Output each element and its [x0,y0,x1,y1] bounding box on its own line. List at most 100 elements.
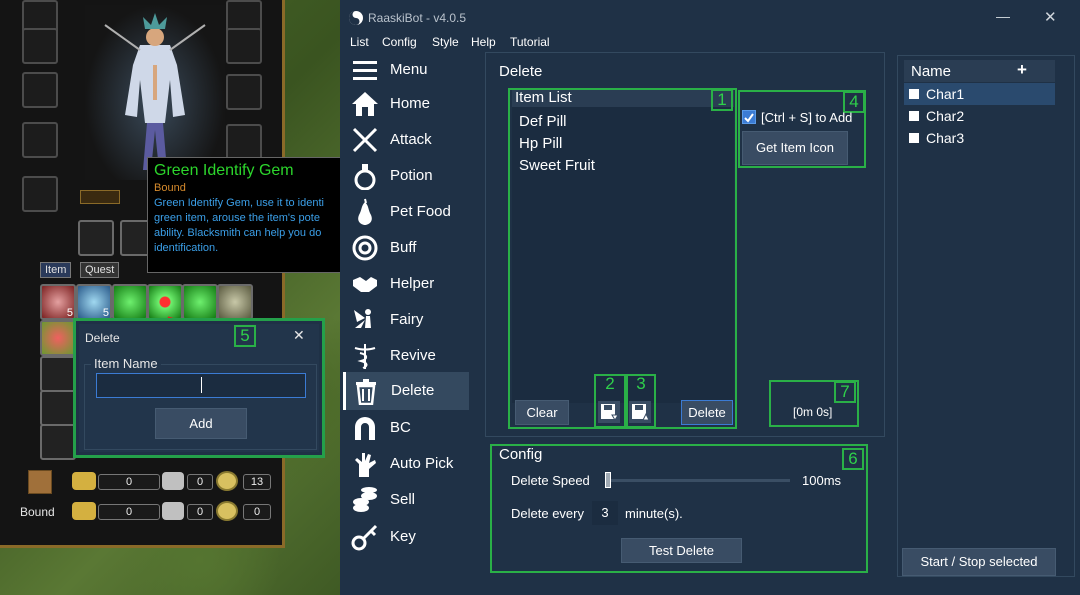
swap-arrows-icon[interactable] [80,190,120,204]
tooltip-description: Green Identify Gem, use it to identi gre… [154,197,324,254]
game-inventory-panel: Item Quest 5 5 Bound 0 0 13 0 0 0 [0,0,285,548]
equip-slot[interactable] [226,124,262,160]
menu-tutorial[interactable]: Tutorial [510,35,550,49]
add-char-button[interactable]: + [1017,60,1027,80]
sidebar-item-pet-food[interactable]: Pet Food [345,194,465,230]
delete-timer: [0m 0s] [793,405,833,419]
annotation-7: 7 [834,381,856,403]
sidebar-item-revive[interactable]: Revive [345,338,465,374]
char-name: Char3 [926,130,965,146]
char-list-name-header: Name [911,63,952,80]
sidebar-item-label: Home [390,95,431,112]
clear-button[interactable]: Clear [515,400,569,425]
inventory-slot-pills[interactable]: 5 [76,284,112,320]
delete-every-label: Delete every [511,506,584,521]
caduceus-icon [354,344,376,369]
home-icon [352,92,378,116]
sidebar-item-home[interactable]: Home [345,86,465,122]
key-icon [351,524,378,551]
speed-slider-track[interactable] [605,479,790,482]
delete-every-unit: minute(s). [625,506,683,521]
sidebar-item-bc[interactable]: BC [345,410,465,446]
menu-config[interactable]: Config [382,35,417,49]
sidebar-item-label: Auto Pick [390,455,454,472]
menu-help[interactable]: Help [471,35,496,49]
sidebar-item-helper[interactable]: Helper [345,266,465,302]
ctrl-s-checkbox[interactable] [742,110,756,124]
load-icon [632,404,650,421]
list-item[interactable]: Hp Pill [519,135,562,152]
copper-field: 0 [243,504,271,520]
close-icon[interactable]: ✕ [293,327,305,344]
menu-list[interactable]: List [350,35,369,49]
char-row[interactable]: Char2 [904,105,1055,127]
inventory-slot-potion[interactable]: 5 [40,284,76,320]
char-checkbox[interactable] [909,89,919,99]
equip-slot[interactable] [22,72,58,108]
magnet-icon [355,417,375,440]
gold-field: 0 [98,474,160,490]
inventory-slot-gem[interactable] [112,284,148,320]
close-button[interactable]: ✕ [1044,8,1057,26]
annotation-2: 2 [605,374,615,393]
add-button[interactable]: Add [155,408,247,439]
item-list-header: Item List [515,89,572,106]
equip-slot[interactable] [226,28,262,64]
save-list-button[interactable] [598,401,620,423]
equip-slot[interactable] [22,28,58,64]
inventory-slot[interactable] [40,390,76,426]
tab-item[interactable]: Item [40,262,72,278]
hand-icon [355,453,376,477]
copper-icon [216,471,238,491]
delete-every-input[interactable]: 3 [592,501,618,525]
inventory-slot[interactable] [40,424,76,460]
sidebar-item-label: Attack [390,131,432,148]
char-row-selected[interactable]: Char1 [904,83,1055,105]
sidebar-item-potion[interactable]: Potion [345,158,465,194]
copper-icon [216,501,238,521]
sidebar-item-buff[interactable]: Buff [345,230,465,266]
sidebar-item-auto-pick[interactable]: Auto Pick [345,446,465,482]
inventory-slot-scroll[interactable] [217,284,253,320]
tooltip-bound: Bound [154,182,186,194]
text-cursor [201,377,202,393]
weapon-slot[interactable] [78,220,114,256]
delete-item-button[interactable]: Delete [681,400,733,425]
load-list-button[interactable] [629,401,651,423]
sidebar-item-attack[interactable]: Attack [345,122,465,158]
equip-slot[interactable] [22,176,58,212]
start-stop-button[interactable]: Start / Stop selected [902,548,1056,576]
add-item-dialog: Delete 5 ✕ Item Name Add [73,318,325,458]
menu-style[interactable]: Style [432,35,459,49]
char-checkbox[interactable] [909,111,919,121]
delete-speed-label: Delete Speed [511,473,590,488]
sidebar-item-delete[interactable]: Delete [343,372,469,410]
char-row[interactable]: Char3 [904,127,1055,149]
char-checkbox[interactable] [909,133,919,143]
list-item[interactable]: Sweet Fruit [519,157,595,174]
sidebar-item-fairy[interactable]: Fairy [345,302,465,338]
fairy-icon [354,309,371,328]
minimize-button[interactable]: — [996,8,1010,24]
silver-icon [162,472,184,490]
sidebar-item-label: Sell [390,491,416,508]
speed-slider-handle[interactable] [605,472,611,488]
delete-speed-value: 100ms [802,473,842,488]
sidebar-item-label: Potion [390,167,433,184]
get-item-icon-button[interactable]: Get Item Icon [742,131,848,165]
sidebar-item-label: Menu [390,61,428,78]
inventory-slot-fruit[interactable] [40,320,76,356]
equip-slot[interactable] [226,74,262,110]
tab-quest[interactable]: Quest [80,262,120,278]
equip-slot[interactable] [22,122,58,158]
swords-icon [352,127,378,153]
sidebar-item-key[interactable]: Key [345,519,465,555]
test-delete-button[interactable]: Test Delete [621,538,742,563]
tooltip-title: Green Identify Gem [154,162,294,179]
inventory-slot[interactable] [40,356,76,392]
sidebar-item-label: Revive [390,347,436,364]
list-item[interactable]: Def Pill [519,113,567,130]
sidebar-item-menu[interactable]: Menu [345,52,465,88]
sidebar-item-sell[interactable]: Sell [345,482,465,518]
sidebar-item-label: BC [390,419,411,436]
